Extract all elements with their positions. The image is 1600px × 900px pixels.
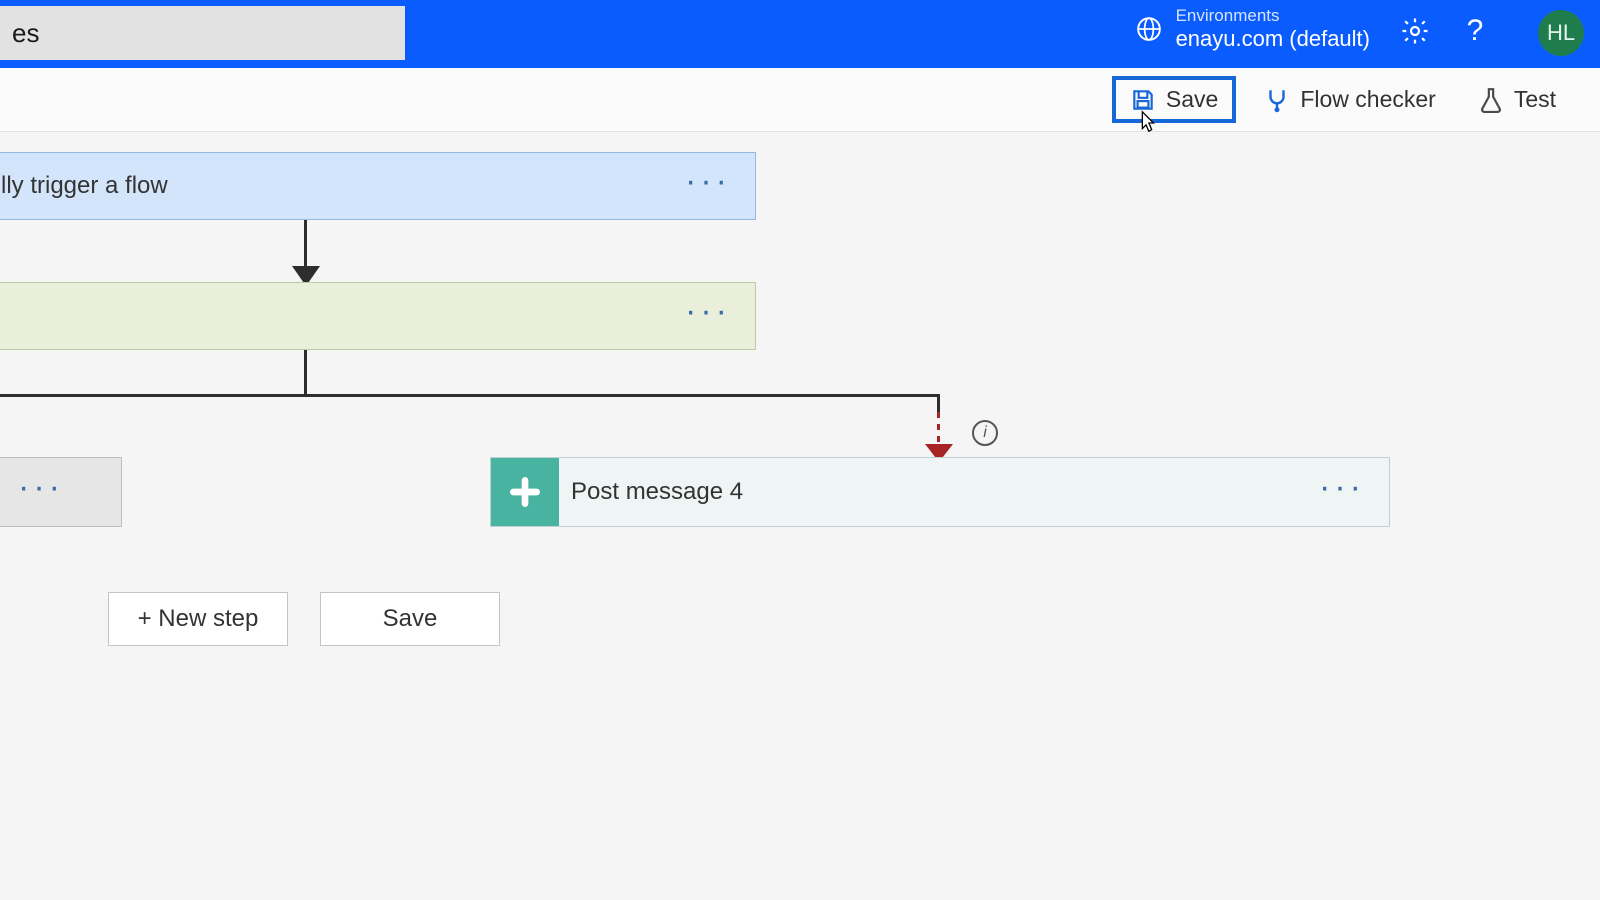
post-message-block[interactable]: Post message 4 ···	[490, 457, 1390, 527]
action-block[interactable]: ···	[0, 282, 756, 350]
new-step-label: + New step	[138, 605, 259, 633]
toolbar: Save Flow checker Test	[0, 68, 1600, 132]
save-label: Save	[1166, 86, 1218, 113]
canvas-save-button[interactable]: Save	[320, 592, 500, 646]
flow-canvas[interactable]: lly trigger a flow ··· ··· i ··· Post me…	[0, 132, 1600, 900]
env-label: Environments	[1176, 6, 1370, 26]
connector	[304, 350, 307, 396]
post-message-menu-icon[interactable]: ···	[1295, 468, 1389, 517]
test-button[interactable]: Test	[1464, 78, 1570, 121]
env-name: enayu.com (default)	[1176, 26, 1370, 52]
connector	[0, 394, 940, 397]
slack-icon	[491, 458, 559, 526]
save-button[interactable]: Save	[1112, 76, 1236, 123]
branch-menu-icon[interactable]: ···	[18, 468, 64, 517]
app-header: es Environments enayu.com (default) ? HL	[0, 0, 1600, 68]
action-menu-icon[interactable]: ···	[661, 292, 755, 341]
post-message-label: Post message 4	[571, 478, 743, 506]
branch-block[interactable]: ···	[0, 457, 122, 527]
gear-icon[interactable]	[1400, 16, 1430, 46]
avatar-initials: HL	[1547, 20, 1575, 46]
flow-checker-label: Flow checker	[1300, 86, 1435, 113]
canvas-save-label: Save	[383, 605, 438, 633]
trigger-block[interactable]: lly trigger a flow ···	[0, 152, 756, 220]
globe-icon	[1136, 16, 1162, 42]
avatar[interactable]: HL	[1538, 10, 1584, 56]
title-field[interactable]: es	[0, 6, 405, 60]
title-text: es	[12, 18, 39, 49]
test-label: Test	[1514, 86, 1556, 113]
connector	[937, 394, 940, 412]
info-icon[interactable]: i	[972, 420, 998, 446]
trigger-label: lly trigger a flow	[1, 172, 168, 200]
trigger-menu-icon[interactable]: ···	[661, 162, 755, 211]
help-icon[interactable]: ?	[1460, 16, 1490, 46]
new-step-button[interactable]: + New step	[108, 592, 288, 646]
environment-picker[interactable]: Environments enayu.com (default)	[1136, 6, 1370, 53]
flow-checker-button[interactable]: Flow checker	[1250, 78, 1449, 121]
